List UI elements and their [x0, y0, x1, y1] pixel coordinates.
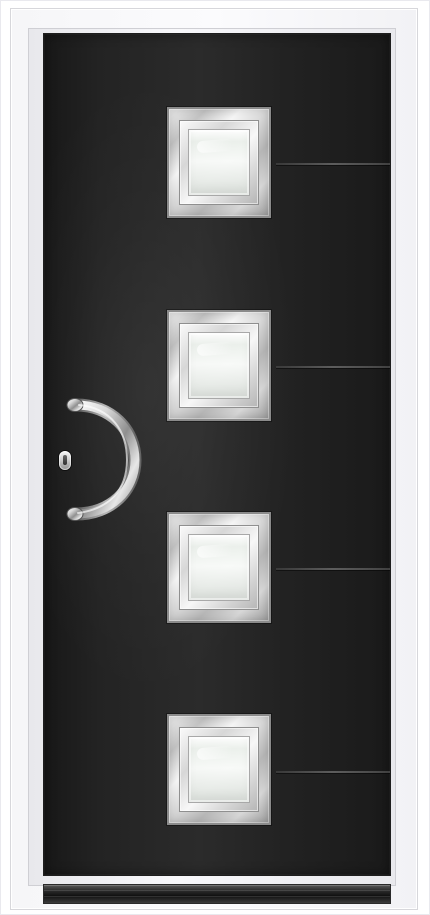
horizontal-groove — [276, 771, 390, 773]
window-glass — [188, 736, 250, 803]
door-window-2 — [167, 310, 271, 421]
window-glass — [188, 332, 250, 399]
window-glass — [188, 534, 250, 601]
glass-shine — [196, 341, 234, 357]
door-window-1 — [167, 107, 271, 218]
window-glass — [188, 129, 250, 196]
window-bevel — [179, 120, 259, 205]
glass-shine — [196, 138, 234, 154]
glass-shine — [196, 745, 234, 761]
door-window-4 — [167, 714, 271, 825]
lock-cylinder — [59, 451, 71, 470]
glass-shine — [196, 543, 234, 559]
door-threshold — [44, 885, 390, 903]
horizontal-groove — [276, 163, 390, 165]
window-bevel — [179, 323, 259, 408]
window-bevel — [179, 727, 259, 812]
window-bevel — [179, 525, 259, 610]
horizontal-groove — [276, 568, 390, 570]
door-window-3 — [167, 512, 271, 623]
horizontal-groove — [276, 366, 390, 368]
